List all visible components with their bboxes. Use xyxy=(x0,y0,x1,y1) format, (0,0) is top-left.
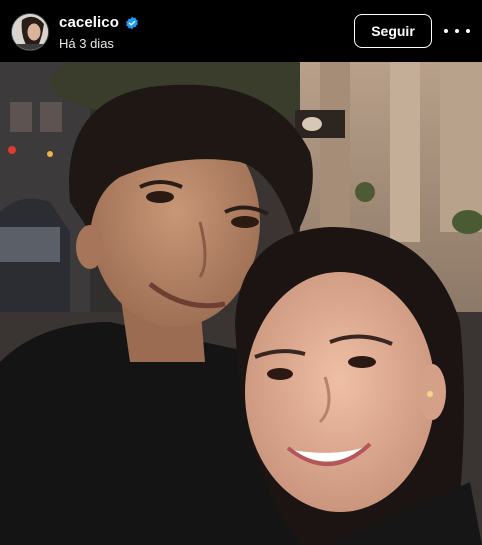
avatar[interactable] xyxy=(11,13,49,51)
verified-badge-icon xyxy=(126,16,138,29)
avatar-image xyxy=(12,14,48,50)
username[interactable]: cacelico xyxy=(59,14,119,31)
post-photo[interactable] xyxy=(0,62,482,545)
post-header: cacelico Há 3 dias Seguir xyxy=(0,0,482,62)
username-row: cacelico xyxy=(59,14,139,31)
follow-button[interactable]: Seguir xyxy=(354,14,432,48)
more-horizontal-icon[interactable] xyxy=(444,22,470,40)
post-timestamp: Há 3 dias xyxy=(59,36,114,51)
selfie-image xyxy=(0,62,482,545)
